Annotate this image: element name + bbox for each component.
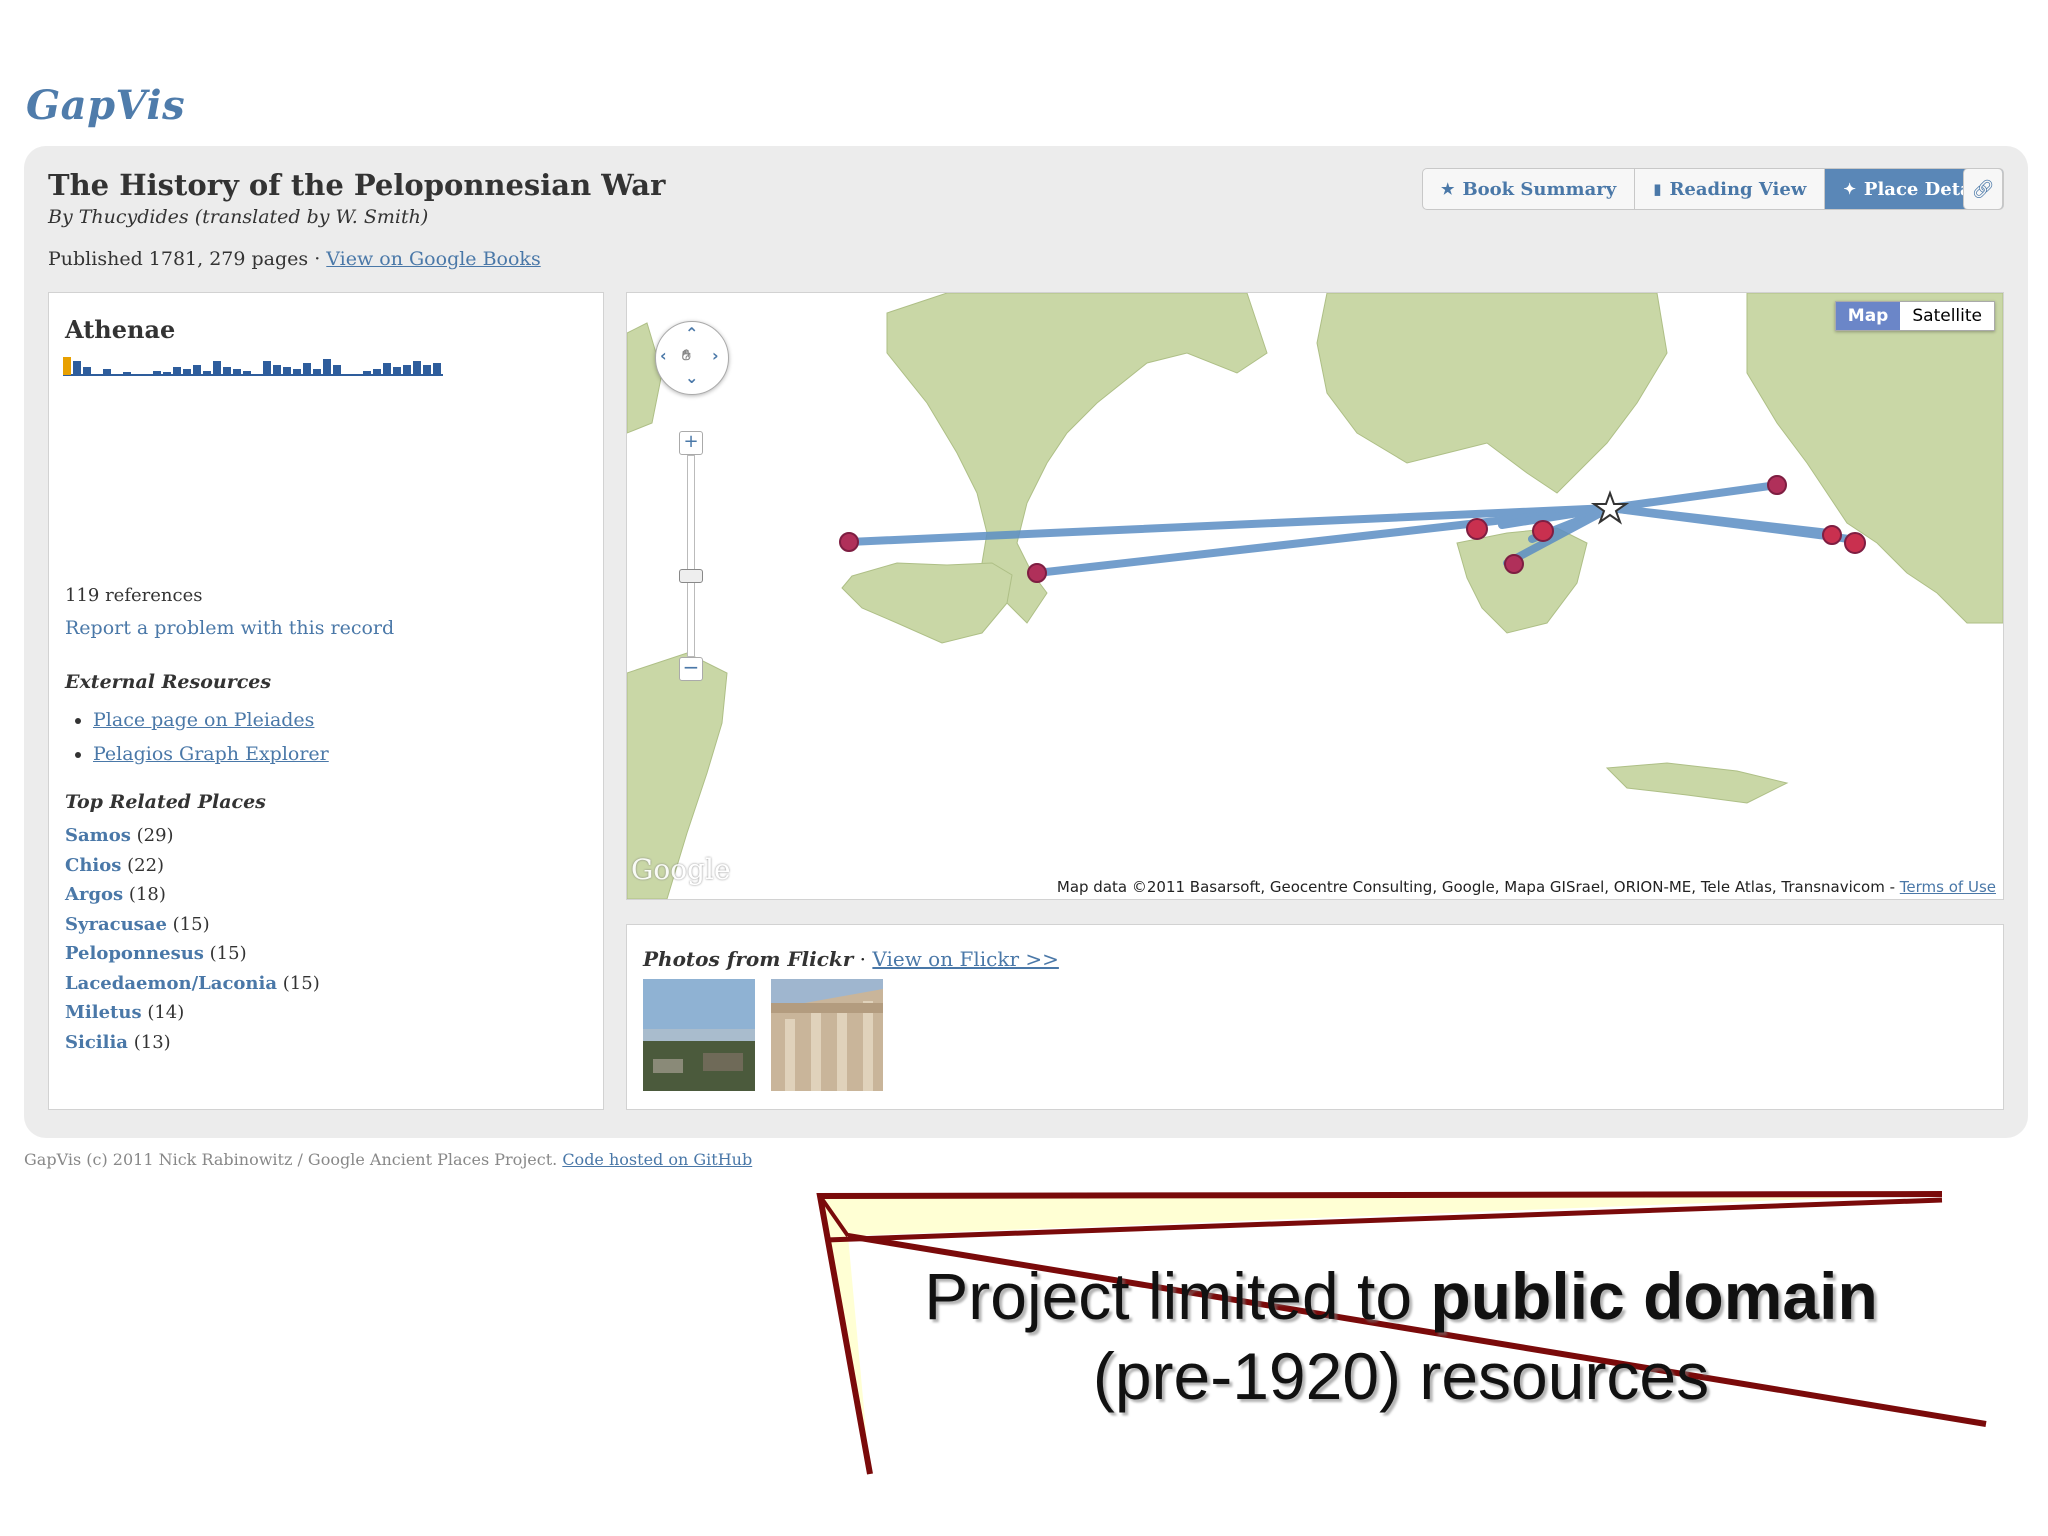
- callout-bold-text: public domain: [1430, 1259, 1878, 1333]
- callout-line-1: Project limited to public domain: [836, 1256, 1966, 1336]
- callout-line-2: (pre-1920) resources: [1092, 1339, 1710, 1413]
- callout-plain-text: Project limited to: [924, 1259, 1431, 1333]
- callout-text: Project limited to public domain (pre-19…: [836, 1256, 1966, 1416]
